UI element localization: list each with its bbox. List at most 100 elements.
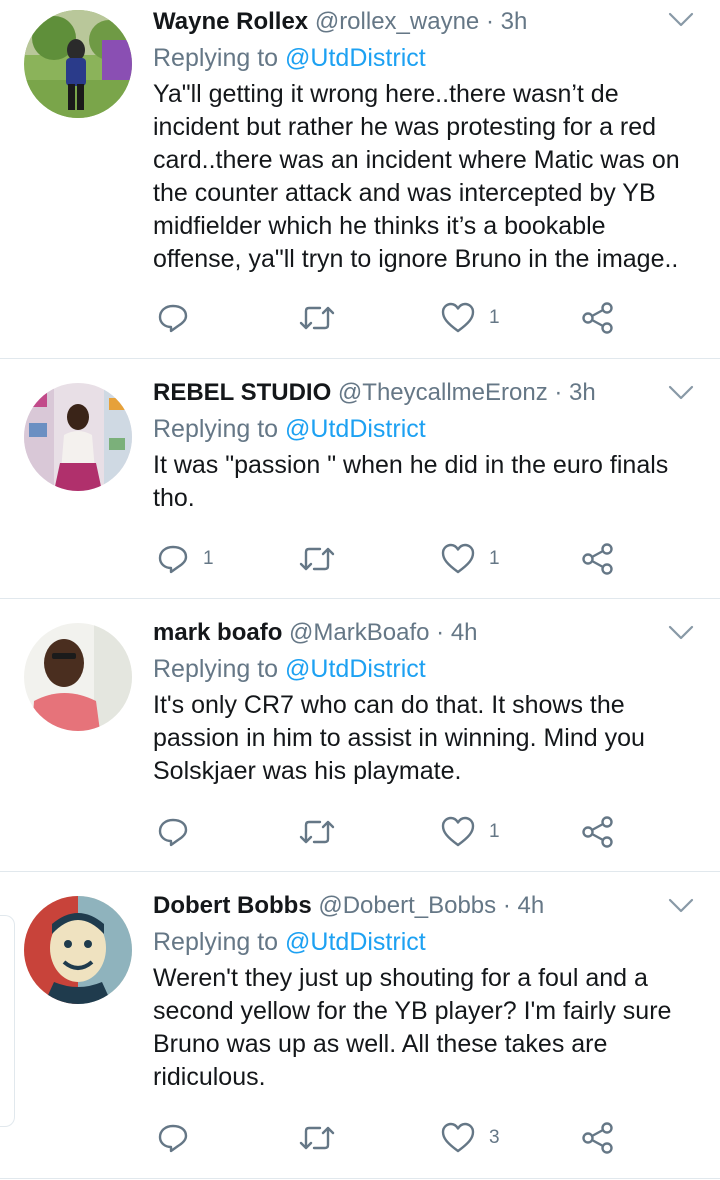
reply-count: 1 — [203, 548, 214, 569]
reply-button[interactable]: 1 — [157, 539, 214, 579]
retweet-button[interactable] — [298, 812, 350, 852]
replying-to: Replying to @UtdDistrict — [153, 413, 693, 445]
chevron-down-icon[interactable] — [668, 12, 694, 28]
avatar[interactable] — [24, 383, 132, 491]
author-handle[interactable]: @MarkBoafo — [289, 619, 429, 646]
tweet-text: It's only CR7 who can do that. It shows … — [153, 689, 693, 788]
tweet-text-line: Solskjaer was his playmate. — [153, 757, 462, 785]
share-button[interactable] — [581, 812, 615, 852]
tweet-text: Ya"ll getting it wrong here..there wasn’… — [153, 78, 693, 276]
like-button[interactable]: 3 — [441, 1118, 500, 1158]
replying-to-prefix: Replying to — [153, 44, 279, 72]
tweet-text-line: second yellow for the YB player? I'm fai… — [153, 997, 672, 1025]
timestamp[interactable]: 4h — [451, 619, 478, 646]
tweet-text-line: card..there was an incident where Matic … — [153, 146, 680, 174]
share-button[interactable] — [581, 539, 615, 579]
tweet-actions: 1 — [153, 298, 633, 338]
tweet-text-line: the counter attack and was intercepted b… — [153, 179, 656, 207]
chevron-down-icon[interactable] — [668, 898, 694, 914]
avatar[interactable] — [24, 896, 132, 1004]
tweet-text-line: incident but rather he was protesting fo… — [153, 113, 657, 141]
side-drawer-edge[interactable] — [0, 915, 15, 1127]
reply-icon — [158, 304, 188, 333]
reply-button[interactable] — [157, 1118, 203, 1158]
retweet-button[interactable] — [298, 1118, 350, 1158]
tweet-actions: 1 1 — [153, 539, 633, 579]
share-icon — [582, 1122, 613, 1154]
mention-link[interactable]: @UtdDistrict — [285, 655, 426, 683]
tweet[interactable]: Dobert Bobbs @Dobert_Bobbs · 4h Replying… — [0, 872, 720, 1179]
retweet-button[interactable] — [298, 539, 350, 579]
tweet-text-line: tho. — [153, 484, 195, 512]
replying-to: Replying to @UtdDistrict — [153, 926, 693, 958]
heart-icon — [441, 302, 475, 333]
tweet[interactable]: mark boafo @MarkBoafo · 4h Replying to @… — [0, 599, 720, 872]
separator-dot: · — [502, 892, 511, 919]
avatar[interactable] — [24, 623, 132, 731]
tweet-text-line: It's only CR7 who can do that. It shows … — [153, 691, 625, 719]
reply-icon — [158, 1124, 188, 1153]
retweet-button[interactable] — [298, 298, 350, 338]
share-icon — [582, 816, 613, 848]
heart-icon — [441, 1122, 475, 1153]
author-handle[interactable]: @Dobert_Bobbs — [318, 892, 496, 919]
chevron-down-icon[interactable] — [668, 385, 694, 401]
retweet-icon — [299, 306, 335, 330]
replying-to-prefix: Replying to — [153, 415, 279, 443]
tweet-text-line: Ya"ll getting it wrong here..there wasn’… — [153, 80, 619, 108]
retweet-icon — [299, 1126, 335, 1150]
tweet-actions: 3 — [153, 1118, 633, 1158]
share-button[interactable] — [581, 1118, 615, 1158]
author-name[interactable]: mark boafo — [153, 619, 282, 646]
timestamp[interactable]: 3h — [501, 8, 528, 35]
tweet-actions: 1 — [153, 812, 633, 852]
tweet-text-line: Bruno was up as well. All these takes ar… — [153, 1030, 608, 1058]
retweet-icon — [299, 820, 335, 844]
avatar[interactable] — [24, 10, 132, 118]
replying-to: Replying to @UtdDistrict — [153, 653, 693, 685]
replying-to-prefix: Replying to — [153, 655, 279, 683]
author-name[interactable]: REBEL STUDIO — [153, 379, 331, 406]
separator-dot: · — [485, 8, 494, 35]
separator-dot: · — [436, 619, 445, 646]
tweet-text: Weren't they just up shouting for a foul… — [153, 962, 693, 1094]
author-name[interactable]: Wayne Rollex — [153, 8, 308, 35]
mention-link[interactable]: @UtdDistrict — [285, 44, 426, 72]
tweet-text-line: offense, ya"ll tryn to ignore Bruno in t… — [153, 245, 679, 273]
reply-button[interactable] — [157, 812, 203, 852]
author-handle[interactable]: @rollex_wayne — [315, 8, 479, 35]
like-count: 3 — [489, 1127, 500, 1148]
like-count: 1 — [489, 548, 500, 569]
share-button[interactable] — [581, 298, 615, 338]
like-count: 1 — [489, 307, 500, 328]
author-handle[interactable]: @TheycallmeEronz — [338, 379, 548, 406]
author-name[interactable]: Dobert Bobbs — [153, 892, 312, 919]
reply-button[interactable] — [157, 298, 203, 338]
like-button[interactable]: 1 — [441, 539, 500, 579]
reply-icon — [158, 545, 188, 574]
tweet[interactable]: Wayne Rollex @rollex_wayne · 3h Replying… — [0, 0, 720, 359]
timestamp[interactable]: 3h — [569, 379, 596, 406]
tweet-text-line: It was "passion " when he did in the eur… — [153, 451, 669, 479]
timestamp[interactable]: 4h — [517, 892, 544, 919]
share-icon — [582, 302, 613, 334]
heart-icon — [441, 816, 475, 847]
chevron-down-icon[interactable] — [668, 625, 694, 641]
replying-to: Replying to @UtdDistrict — [153, 42, 693, 74]
tweet-text-line: ridiculous. — [153, 1063, 266, 1091]
heart-icon — [441, 543, 475, 574]
tweet-text: It was "passion " when he did in the eur… — [153, 449, 693, 515]
retweet-icon — [299, 547, 335, 571]
tweet-text-line: Weren't they just up shouting for a foul… — [153, 964, 648, 992]
separator-dot: · — [554, 379, 563, 406]
tweet[interactable]: REBEL STUDIO @TheycallmeEronz · 3h Reply… — [0, 359, 720, 599]
tweet-text-line: passion in him to assist in winning. Min… — [153, 724, 645, 752]
like-button[interactable]: 1 — [441, 298, 500, 338]
tweet-text-line: midfielder which he thinks it’s a bookab… — [153, 212, 606, 240]
mention-link[interactable]: @UtdDistrict — [285, 415, 426, 443]
like-button[interactable]: 1 — [441, 812, 500, 852]
reply-icon — [158, 818, 188, 847]
mention-link[interactable]: @UtdDistrict — [285, 928, 426, 956]
like-count: 1 — [489, 821, 500, 842]
share-icon — [582, 543, 613, 575]
